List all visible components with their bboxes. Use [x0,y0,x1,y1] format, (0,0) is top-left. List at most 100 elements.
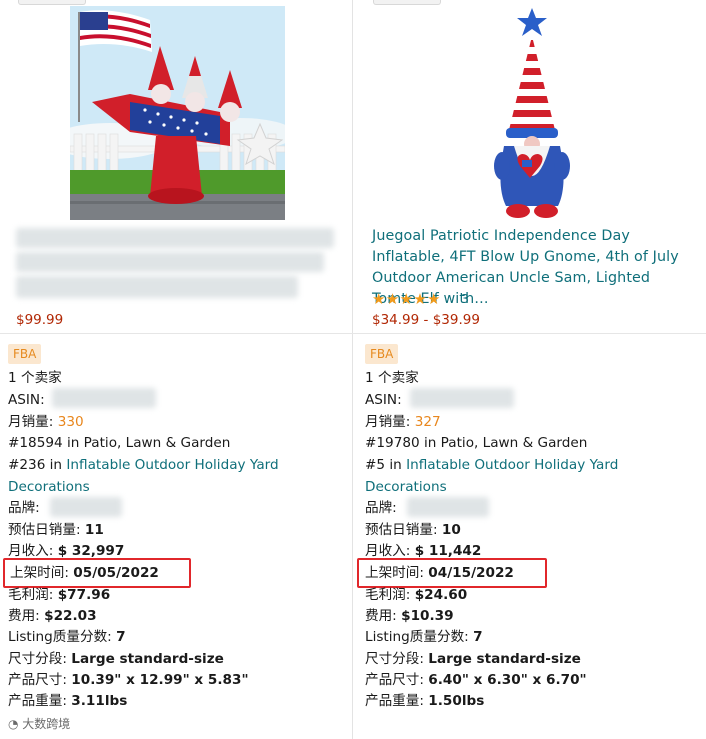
top-tab-right [373,0,441,5]
blurred-title-line [16,276,298,298]
gross-profit-row: 毛利润: $77.96 [8,586,110,604]
daily-sales-value: 11 [84,522,104,538]
monthly-revenue-label: 月收入: [8,543,54,559]
listed-date-label: 上架时间: [365,565,424,581]
dimensions-row: 产品尺寸: 10.39" x 12.99" x 5.83" [8,671,249,689]
gross-profit-value: $77.96 [57,587,111,603]
monthly-revenue-value: $ 11,442 [414,543,482,559]
seller-count: 1 个卖家 [365,370,419,386]
review-count-link[interactable]: 3 [461,291,469,306]
daily-sales-row: 预估日销量: 11 [8,521,104,539]
blurred-asin [52,388,156,408]
monthly-revenue-label: 月收入: [365,543,411,559]
gross-profit-label: 毛利润: [365,587,411,603]
rank-sub-category-link[interactable]: Decorations [365,478,447,496]
asin-row: ASIN: [365,391,402,409]
fee-row: 费用: $10.39 [365,607,454,625]
top-tab-left [18,0,86,5]
monthly-revenue-value: $ 32,997 [57,543,125,559]
monthly-sales-row: 月销量: 327 [365,413,441,431]
product-price: $99.99 [16,312,64,328]
seller-count: 1 个卖家 [8,370,62,386]
fee-label: 费用: [365,608,397,624]
brand-label: 品牌: [365,500,397,516]
monthly-sales-label: 月销量: [365,414,411,430]
fee-row: 费用: $22.03 [8,607,97,625]
blurred-title-line [16,252,324,272]
listed-date-row: 上架时间: 05/05/2022 [10,564,159,582]
daily-sales-value: 10 [441,522,461,538]
section-divider [0,333,706,334]
listing-score-value: 7 [116,629,126,645]
watermark-text: 大数跨境 [22,717,71,731]
asin-label: ASIN: [8,392,45,408]
weight-value: 3.11lbs [71,693,128,709]
weight-label: 产品重量: [365,693,424,709]
listing-score-row: Listing质量分数: 7 [365,628,483,646]
gross-profit-row: 毛利润: $24.60 [365,586,467,604]
listing-score-value: 7 [473,629,483,645]
dimensions-value: 10.39" x 12.99" x 5.83" [71,672,249,688]
size-tier-label: 尺寸分段: [8,651,67,667]
fee-label: 费用: [8,608,40,624]
fba-badge: FBA [8,344,42,364]
brand-row: 品牌: [365,499,397,517]
category-rank-main: #19780 in Patio, Lawn & Garden [365,435,588,451]
listed-date-value: 04/15/2022 [428,565,514,581]
size-tier-value: Large standard-size [71,651,224,667]
asin-label: ASIN: [365,392,402,408]
rank-sub-category-link[interactable]: Decorations [8,478,90,496]
watermark: ◔ 大数跨境 [8,715,70,732]
column-divider [352,0,353,739]
blurred-brand [50,497,122,517]
fba-badge: FBA [365,344,399,364]
dimensions-label: 产品尺寸: [365,672,424,688]
fee-value: $22.03 [44,608,97,624]
rank-sub-category-link[interactable]: Inflatable Outdoor Holiday Yard [406,457,618,473]
rank-sub-prefix: #236 in [8,457,63,473]
listed-date-row: 上架时间: 04/15/2022 [365,564,514,582]
weight-label: 产品重量: [8,693,67,709]
weight-row: 产品重量: 3.11lbs [8,692,127,710]
listing-score-label: Listing质量分数: [8,629,112,645]
size-tier-value: Large standard-size [428,651,581,667]
weibo-icon: ◔ [8,717,23,731]
dimensions-row: 产品尺寸: 6.40" x 6.30" x 6.70" [365,671,587,689]
listing-score-label: Listing质量分数: [365,629,469,645]
category-rank-main: #18594 in Patio, Lawn & Garden [8,435,231,451]
listed-date-label: 上架时间: [10,565,69,581]
rating-stars-icon: ★★★★★ [372,290,441,308]
product-price: $34.99 - $39.99 [372,312,480,328]
category-rank-sub: #236 in Inflatable Outdoor Holiday Yard [8,456,279,474]
dimensions-value: 6.40" x 6.30" x 6.70" [428,672,587,688]
blurred-brand [407,497,489,517]
brand-label: 品牌: [8,500,40,516]
size-tier-label: 尺寸分段: [365,651,424,667]
product-image-right[interactable] [484,6,580,224]
brand-row: 品牌: [8,499,40,517]
monthly-sales-value: 330 [57,414,84,430]
blurred-title-line [16,228,334,248]
rank-sub-prefix: #5 in [365,457,402,473]
category-rank-sub: #5 in Inflatable Outdoor Holiday Yard [365,456,618,474]
monthly-sales-label: 月销量: [8,414,54,430]
listed-date-value: 05/05/2022 [73,565,159,581]
daily-sales-row: 预估日销量: 10 [365,521,461,539]
dimensions-label: 产品尺寸: [8,672,67,688]
daily-sales-label: 预估日销量: [365,522,438,538]
size-tier-row: 尺寸分段: Large standard-size [8,650,224,668]
blurred-asin [410,388,514,408]
monthly-sales-row: 月销量: 330 [8,413,84,431]
rank-sub-category-link[interactable]: Inflatable Outdoor Holiday Yard [66,457,278,473]
product-comparison-page: $99.99 FBA 1 个卖家 ASIN: 月销量: 330 #18594 i… [0,0,706,739]
asin-row: ASIN: [8,391,45,409]
gross-profit-value: $24.60 [414,587,468,603]
gross-profit-label: 毛利润: [8,587,54,603]
fee-value: $10.39 [401,608,454,624]
monthly-sales-value: 327 [414,414,441,430]
weight-value: 1.50lbs [428,693,485,709]
listing-score-row: Listing质量分数: 7 [8,628,126,646]
product-image-left[interactable] [70,6,285,220]
size-tier-row: 尺寸分段: Large standard-size [365,650,581,668]
weight-row: 产品重量: 1.50lbs [365,692,484,710]
